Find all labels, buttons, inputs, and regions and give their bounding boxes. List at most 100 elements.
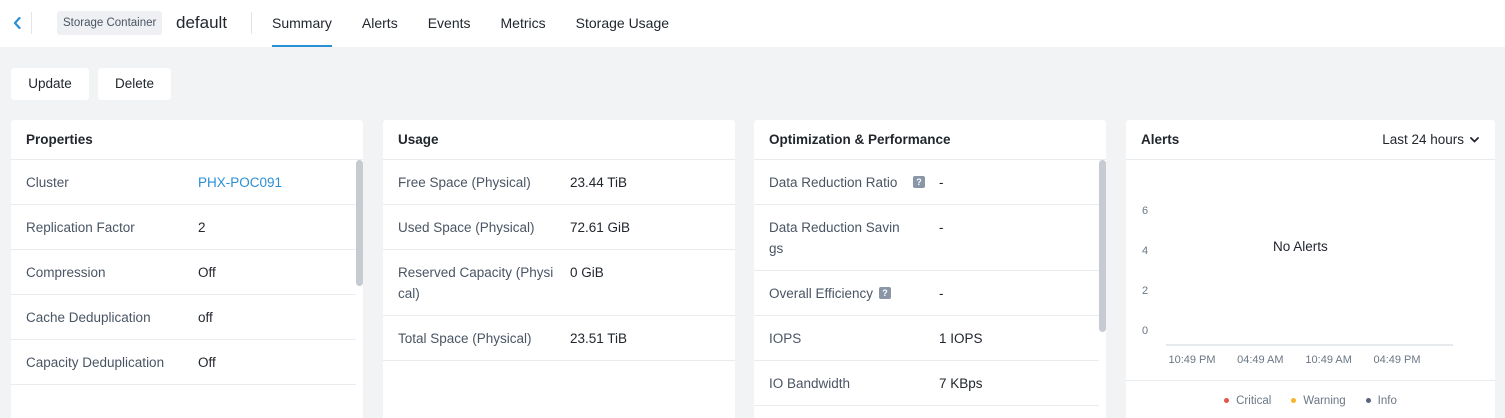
card-title: Properties [11, 120, 363, 160]
row-label-wrap: Data Reduction Savings [769, 217, 939, 259]
x-tick-label: 04:49 AM [1237, 354, 1283, 366]
chevron-down-icon [1470, 137, 1479, 143]
row-label: Total Space (Physical) [398, 331, 532, 346]
row-value: Off [198, 265, 216, 280]
optimization-performance-card: Optimization & Performance Data Reductio… [754, 120, 1106, 418]
y-tick-label: 4 [1142, 245, 1148, 257]
y-tick-label: 6 [1142, 205, 1148, 217]
entity-type-badge: Storage Container [57, 11, 163, 35]
row-label-wrap: Data Reduction Ratio ? [769, 172, 939, 193]
opt-row-data-reduction-savings: Data Reduction Savings - [754, 205, 1099, 271]
tab-summary[interactable]: Summary [272, 0, 332, 47]
card-title: Usage [383, 120, 735, 160]
row-label: Data Reduction Ratio [769, 175, 898, 190]
legend-label: Warning [1303, 394, 1346, 407]
property-row-capacity-deduplication: Capacity Deduplication Off [11, 340, 356, 385]
optimization-list: Data Reduction Ratio ? - Data Reduction … [754, 160, 1106, 406]
entity-name: default [176, 13, 228, 32]
row-value: 0 GiB [570, 265, 604, 280]
row-value: 7 KBps [939, 376, 983, 391]
opt-row-data-reduction-ratio: Data Reduction Ratio ? - [754, 160, 1099, 205]
row-label-wrap: IOPS [769, 328, 939, 349]
property-row-compression: Compression Off [11, 250, 356, 295]
usage-card: Usage Free Space (Physical) 23.44 TiB Us… [383, 120, 735, 418]
time-range-label: Last 24 hours [1382, 132, 1464, 147]
entity-header: Storage Container default Summary Alerts… [0, 0, 1505, 47]
row-value: Off [198, 355, 216, 370]
row-value: 2 [198, 220, 206, 235]
back-button[interactable] [10, 13, 24, 33]
property-row-cache-deduplication: Cache Deduplication off [11, 295, 356, 340]
row-label: Replication Factor [26, 220, 135, 235]
y-tick-label: 2 [1142, 285, 1148, 297]
property-row-cluster: Cluster PHX-POC091 [11, 160, 356, 205]
scrollbar-thumb[interactable] [356, 160, 363, 286]
tab-events[interactable]: Events [428, 0, 471, 47]
row-value: - [939, 286, 944, 301]
row-value: 23.44 TiB [570, 175, 628, 190]
x-tick-label: 10:49 PM [1168, 354, 1215, 366]
no-alerts-message: No Alerts [1273, 239, 1328, 254]
legend-swatch [1224, 398, 1230, 403]
legend-item-warning[interactable]: Warning [1291, 394, 1346, 407]
row-value: - [939, 175, 944, 190]
legend-label: Info [1377, 394, 1397, 407]
alerts-card-header: Alerts Last 24 hours [1126, 120, 1495, 160]
row-label: Overall Efficiency [769, 286, 874, 301]
row-label: Data Reduction Savings [769, 220, 900, 256]
properties-card: Properties Cluster PHX-POC091 Replicatio… [11, 120, 363, 418]
alerts-chart: 0 2 4 6 10:49 PM 04:49 AM 10:49 AM 04:49 PM [1142, 205, 1453, 366]
legend-swatch [1365, 398, 1371, 403]
usage-row-reserved-capacity: Reserved Capacity (Physical) 0 GiB [383, 250, 735, 316]
header-divider [31, 12, 32, 34]
properties-list: Cluster PHX-POC091 Replication Factor 2 … [11, 160, 363, 385]
alerts-card: Alerts Last 24 hours 0 2 4 6 10:49 PM 04:49 A… [1126, 120, 1495, 418]
opt-row-io-bandwidth: IO Bandwidth 7 KBps [754, 361, 1099, 406]
tab-bar: Summary Alerts Events Metrics Storage Us… [272, 0, 699, 47]
row-value: 72.61 GiB [570, 220, 631, 235]
header-divider [251, 12, 252, 34]
row-label: Cluster [26, 175, 69, 190]
legend-swatch [1291, 398, 1297, 403]
tab-storage-usage[interactable]: Storage Usage [576, 0, 669, 47]
chart-legend: Critical Warning Info [1126, 380, 1495, 418]
usage-list: Free Space (Physical) 23.44 TiB Used Spa… [383, 160, 735, 361]
row-label: Reserved Capacity (Physical) [398, 265, 554, 301]
cluster-link[interactable]: PHX-POC091 [198, 172, 356, 193]
row-label-wrap: Overall Efficiency ? [769, 283, 939, 304]
y-tick-label: 0 [1142, 325, 1148, 337]
delete-button[interactable]: Delete [98, 68, 171, 100]
row-value: 23.51 TiB [570, 331, 628, 346]
tab-alerts[interactable]: Alerts [362, 0, 398, 47]
row-label: IOPS [769, 331, 802, 346]
update-button[interactable]: Update [11, 68, 89, 100]
tab-metrics[interactable]: Metrics [501, 0, 546, 47]
scrollbar-thumb[interactable] [1099, 160, 1106, 332]
help-icon[interactable]: ? [913, 176, 925, 188]
x-tick-label: 04:49 PM [1373, 354, 1420, 366]
row-label: Compression [26, 265, 106, 280]
row-value: off [198, 310, 213, 325]
legend-item-info[interactable]: Info [1365, 394, 1397, 407]
help-icon[interactable]: ? [879, 287, 892, 299]
card-title: Optimization & Performance [754, 120, 1106, 160]
chevron-left-icon [13, 17, 21, 29]
row-label-wrap: IO Bandwidth [769, 373, 939, 394]
row-value: - [939, 220, 944, 235]
row-label: Capacity Deduplication [26, 355, 165, 370]
legend-item-critical[interactable]: Critical [1224, 395, 1271, 407]
row-label: Used Space (Physical) [398, 220, 535, 235]
row-label: Cache Deduplication [26, 310, 151, 325]
card-title: Alerts [1141, 132, 1180, 147]
x-tick-label: 10:49 AM [1305, 354, 1351, 366]
opt-row-iops: IOPS 1 IOPS [754, 316, 1099, 361]
legend-label: Critical [1236, 394, 1272, 407]
usage-row-used-space: Used Space (Physical) 72.61 GiB [383, 205, 735, 250]
usage-row-free-space: Free Space (Physical) 23.44 TiB [383, 160, 735, 205]
usage-row-total-space: Total Space (Physical) 23.51 TiB [383, 316, 735, 361]
row-value: 1 IOPS [939, 331, 983, 346]
opt-row-overall-efficiency: Overall Efficiency ? - [754, 271, 1099, 316]
row-label: Free Space (Physical) [398, 175, 531, 190]
time-range-dropdown[interactable]: Last 24 hours [1382, 120, 1479, 160]
property-row-replication-factor: Replication Factor 2 [11, 205, 356, 250]
